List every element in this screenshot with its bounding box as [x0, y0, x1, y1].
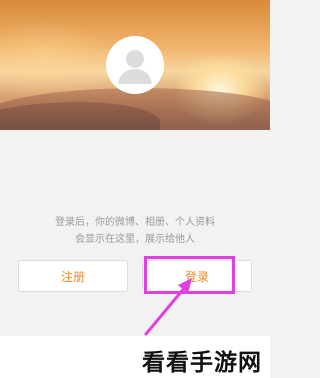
site-watermark: 看看手游网: [142, 350, 262, 376]
register-button[interactable]: 注册: [18, 260, 128, 292]
default-user-avatar-icon: [108, 38, 162, 92]
login-prompt-line-1: 登录后，你的微博、相册、个人资料: [55, 217, 215, 228]
avatar[interactable]: [106, 36, 164, 94]
login-button-label: 登录: [184, 269, 209, 284]
login-prompt-text: 登录后，你的微博、相册、个人资料 会显示在这里，展示给他人: [0, 214, 270, 248]
login-prompt-line-2: 会显示在这里，展示给他人: [75, 234, 195, 245]
login-button[interactable]: 登录: [142, 260, 252, 292]
register-button-label: 注册: [60, 269, 85, 284]
